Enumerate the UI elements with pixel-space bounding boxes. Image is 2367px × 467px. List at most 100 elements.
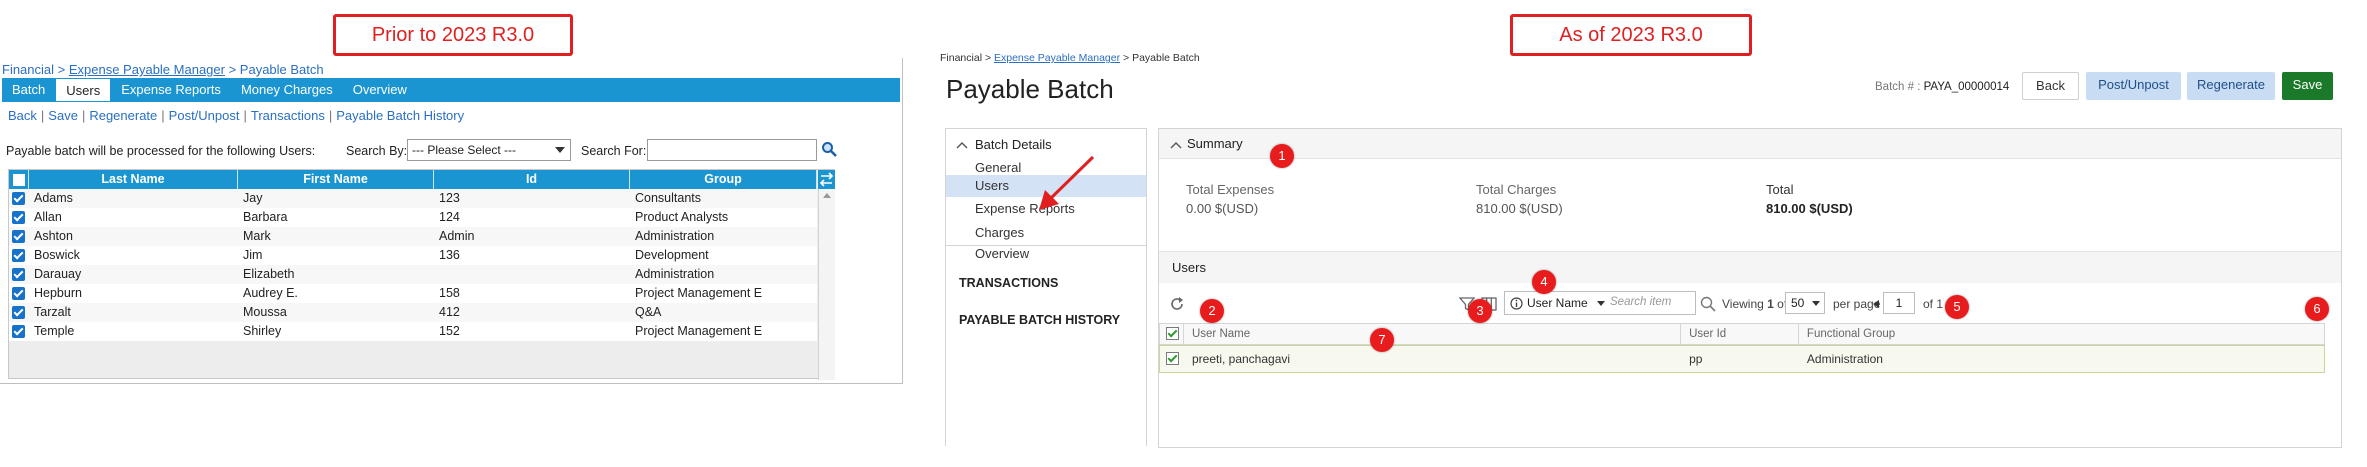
- total-label: Total: [1766, 182, 1794, 197]
- pointer-arrow-icon: [1039, 155, 1095, 210]
- chevron-down-icon: [1597, 301, 1605, 306]
- refresh-icon[interactable]: [1169, 296, 1185, 312]
- table-row[interactable]: Allan Barbara 124 Product Analysts: [9, 208, 817, 227]
- chevron-up-icon[interactable]: [1170, 141, 1182, 149]
- old-save-link[interactable]: Save: [48, 108, 78, 123]
- new-breadcrumb-epm[interactable]: Expense Payable Manager: [994, 52, 1120, 64]
- batch-details-header[interactable]: Batch Details: [975, 137, 1052, 152]
- select-all-cell: [1160, 324, 1184, 344]
- nav-item-overview[interactable]: Overview: [975, 246, 1029, 261]
- col-functional-group[interactable]: Functional Group: [1799, 324, 2324, 344]
- old-tab-expense-reports[interactable]: Expense Reports: [111, 78, 231, 102]
- nav-item-general[interactable]: General: [975, 160, 1021, 175]
- users-title: Users: [1172, 260, 1206, 275]
- table-row[interactable]: Boswick Jim 136 Development: [9, 246, 817, 265]
- table-row[interactable]: preeti, panchagavi pp Administration: [1159, 345, 2325, 373]
- prev-page-icon[interactable]: [1873, 300, 1879, 308]
- row-checkbox[interactable]: [12, 249, 25, 262]
- old-tab-users[interactable]: Users: [55, 78, 112, 102]
- search-field-select[interactable]: User Name: [1527, 296, 1588, 310]
- nav-payable-batch-history[interactable]: PAYABLE BATCH HISTORY: [959, 313, 1120, 327]
- table-row[interactable]: Adams Jay 123 Consultants: [9, 189, 817, 208]
- annotation-badge-5: 5: [1945, 295, 1969, 319]
- nav-transactions[interactable]: TRANSACTIONS: [959, 276, 1058, 290]
- new-breadcrumb-financial[interactable]: Financial: [940, 52, 982, 64]
- row-checkbox[interactable]: [1166, 352, 1179, 365]
- row-checkbox-cell: [1160, 346, 1184, 372]
- nav-item-charges[interactable]: Charges: [975, 225, 1024, 240]
- new-breadcrumb: Financial > Expense Payable Manager > Pa…: [940, 52, 1200, 64]
- columns-toggle-icon[interactable]: [818, 170, 835, 189]
- users-grid-header: User Name User Id Functional Group: [1159, 323, 2325, 345]
- old-regenerate-link[interactable]: Regenerate: [89, 108, 157, 123]
- users-search-input[interactable]: Search item: [1610, 296, 1671, 308]
- summary-header[interactable]: Summary: [1159, 129, 2341, 159]
- old-breadcrumb-financial[interactable]: Financial: [2, 62, 54, 77]
- table-row[interactable]: Temple Shirley 152 Project Management E: [9, 322, 817, 341]
- row-checkbox[interactable]: [12, 287, 25, 300]
- old-col-first-name[interactable]: First Name: [238, 170, 434, 189]
- table-cell: Shirley: [243, 324, 282, 338]
- table-cell: 136: [439, 248, 460, 262]
- select-all-checkbox[interactable]: [1166, 327, 1179, 340]
- old-col-last-name[interactable]: Last Name: [29, 170, 238, 189]
- of-pages-label: of 1: [1923, 297, 1944, 311]
- row-checkbox[interactable]: [12, 325, 25, 338]
- old-post-unpost-link[interactable]: Post/Unpost: [169, 108, 240, 123]
- users-search-group: User Name Search item: [1504, 291, 1696, 315]
- search-icon[interactable]: [821, 141, 837, 157]
- old-transactions-link[interactable]: Transactions: [251, 108, 325, 123]
- old-select-all-checkbox[interactable]: [12, 174, 25, 186]
- annotation-badge-7: 7: [1370, 328, 1394, 352]
- old-col-id[interactable]: Id: [434, 170, 630, 189]
- table-row[interactable]: Darauay Elizabeth Administration: [9, 265, 817, 284]
- table-row[interactable]: Ashton Mark Admin Administration: [9, 227, 817, 246]
- old-tab-batch[interactable]: Batch: [2, 78, 55, 102]
- old-search-by-select[interactable]: --- Please Select ---: [407, 139, 571, 161]
- old-users-message: Payable batch will be processed for the …: [6, 144, 316, 158]
- old-back-link[interactable]: Back: [8, 108, 37, 123]
- row-checkbox[interactable]: [12, 306, 25, 319]
- chevron-up-icon[interactable]: [956, 141, 968, 149]
- table-cell: Mark: [243, 229, 271, 243]
- table-cell: Moussa: [243, 305, 287, 319]
- table-cell: Administration: [635, 229, 715, 243]
- old-grid-scrollbar[interactable]: [818, 189, 835, 380]
- col-user-id[interactable]: User Id: [1681, 324, 1799, 344]
- table-cell: 152: [439, 324, 460, 338]
- row-checkbox-cell: [9, 284, 29, 303]
- row-checkbox[interactable]: [12, 230, 25, 243]
- old-breadcrumb-epm[interactable]: Expense Payable Manager: [69, 62, 225, 77]
- before-label: Prior to 2023 R3.0: [333, 14, 573, 56]
- table-row[interactable]: Hepburn Audrey E. 158 Project Management E: [9, 284, 817, 303]
- annotation-badge-1: 1: [1270, 144, 1294, 168]
- old-tab-overview[interactable]: Overview: [343, 78, 417, 102]
- col-user-name[interactable]: User Name: [1184, 324, 1682, 344]
- page-input[interactable]: 1: [1883, 292, 1915, 314]
- info-icon[interactable]: [1510, 297, 1523, 310]
- table-cell: Jim: [243, 248, 263, 262]
- left-nav-rest: Overview TRANSACTIONS PAYABLE BATCH HIST…: [945, 246, 1147, 446]
- regenerate-button[interactable]: Regenerate: [2187, 72, 2275, 100]
- old-col-group[interactable]: Group: [630, 170, 817, 189]
- search-icon[interactable]: [1700, 296, 1716, 312]
- page-size-select[interactable]: 50: [1785, 292, 1825, 314]
- post-unpost-button[interactable]: Post/Unpost: [2086, 72, 2181, 100]
- old-history-link[interactable]: Payable Batch History: [336, 108, 464, 123]
- table-cell: Jay: [243, 191, 263, 205]
- annotation-badge-3: 3: [1468, 299, 1492, 323]
- table-row[interactable]: Tarzalt Moussa 412 Q&A: [9, 303, 817, 322]
- old-action-links: Back | Save | Regenerate | Post/Unpost | Transac…: [8, 108, 465, 123]
- row-checkbox[interactable]: [12, 268, 25, 281]
- cell-user-name: preeti, panchagavi: [1191, 352, 1291, 366]
- row-checkbox[interactable]: [12, 192, 25, 205]
- old-tab-money-charges[interactable]: Money Charges: [231, 78, 343, 102]
- row-checkbox-cell: [9, 208, 29, 227]
- save-button[interactable]: Save: [2282, 72, 2333, 100]
- row-checkbox[interactable]: [12, 211, 25, 224]
- old-search-input[interactable]: [647, 139, 817, 161]
- table-cell: Tarzalt: [34, 305, 71, 319]
- back-button[interactable]: Back: [2022, 72, 2079, 100]
- old-ui-panel: Financial > Expense Payable Manager > Pa…: [0, 58, 903, 384]
- table-cell: 124: [439, 210, 460, 224]
